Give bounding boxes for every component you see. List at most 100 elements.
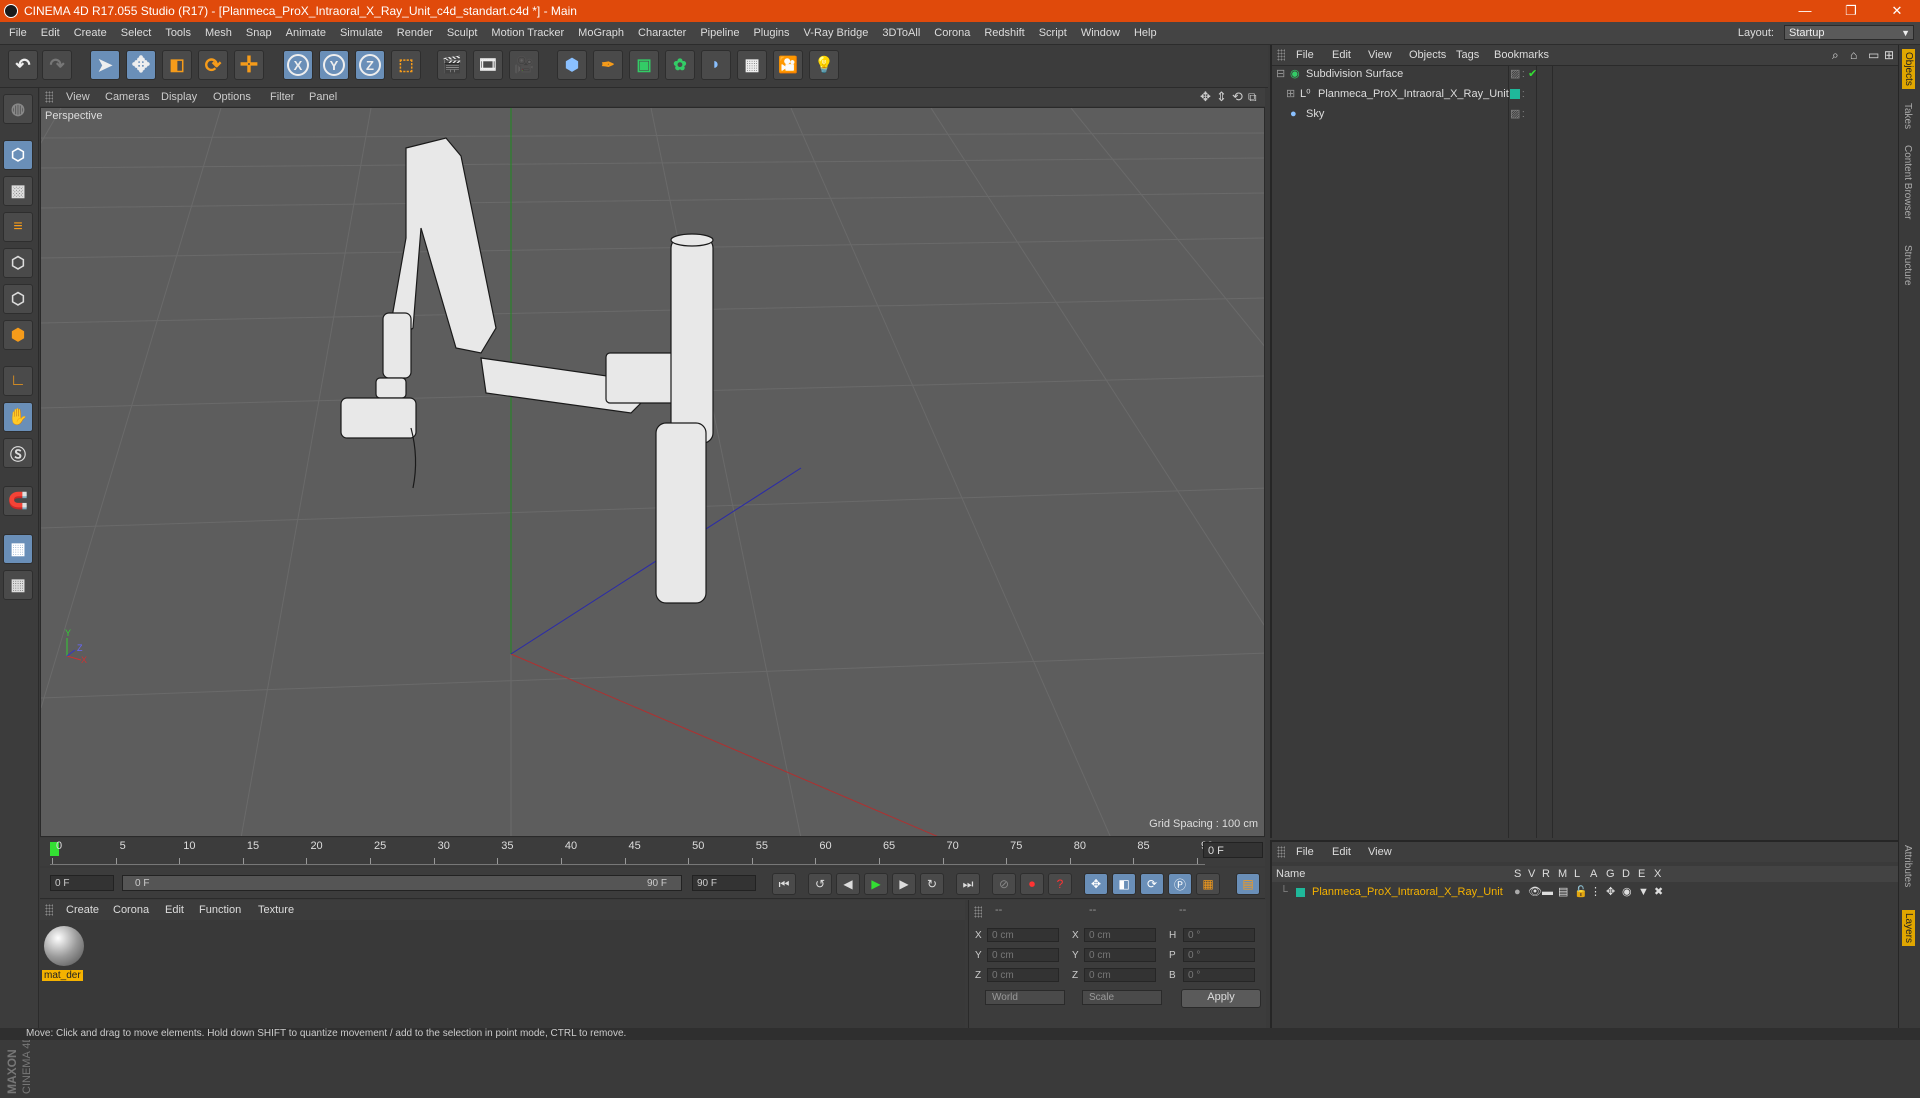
expressions-toggle-icon[interactable]: ▼ — [1638, 884, 1649, 901]
layer-color-swatch[interactable] — [1296, 888, 1305, 897]
tree-expand-icon[interactable]: ⊞ — [1286, 85, 1295, 104]
floor-button[interactable]: ▦ — [737, 50, 767, 80]
menu-script[interactable]: Script — [1032, 22, 1074, 44]
enabled-check-icon[interactable]: ✔ — [1528, 65, 1537, 84]
x-axis-button[interactable]: X — [283, 50, 313, 80]
menu-plugins[interactable]: Plugins — [746, 22, 796, 44]
light-button[interactable]: 💡 — [809, 50, 839, 80]
render-view-button[interactable]: 🎬 — [437, 50, 467, 80]
key-scale-button[interactable]: ◧ — [1112, 873, 1136, 895]
objects-menu-view[interactable]: View — [1368, 45, 1392, 65]
menu-simulate[interactable]: Simulate — [333, 22, 390, 44]
material-name[interactable]: mat_der — [42, 970, 83, 981]
viewport-zoom-icon[interactable]: ⇕ — [1216, 88, 1227, 106]
coordinate-system-button[interactable]: ⬚ — [391, 50, 421, 80]
size-x-field[interactable]: 0 cm — [1084, 928, 1156, 942]
menu-tools[interactable]: Tools — [158, 22, 198, 44]
search-icon[interactable]: ⌕ — [1832, 45, 1839, 65]
material-menu-function[interactable]: Function — [199, 900, 241, 920]
objects-menu-bookmarks[interactable]: Bookmarks — [1494, 45, 1549, 65]
apply-button[interactable]: Apply — [1181, 989, 1261, 1008]
record-keys-button[interactable]: ⊘ — [992, 873, 1016, 895]
select-arrow-button[interactable]: ➤ — [90, 50, 120, 80]
scale-tool-button[interactable]: ◧ — [162, 50, 192, 80]
render-settings-button[interactable]: 🎥 — [509, 50, 539, 80]
polygons-mode-button[interactable]: ⬢ — [3, 320, 33, 350]
play-button[interactable]: ▶ — [864, 873, 888, 895]
tweak-mode-button[interactable]: ✋ — [3, 402, 33, 432]
coordinate-mode-dropdown[interactable]: Scale — [1082, 990, 1162, 1005]
texture-mode-button[interactable]: ▩ — [3, 176, 33, 206]
deformers-toggle-icon[interactable]: ◉ — [1622, 884, 1632, 901]
menu-redshift[interactable]: Redshift — [977, 22, 1031, 44]
start-frame-field[interactable]: 0 F — [50, 875, 114, 891]
visibility-dots-icon[interactable]: ⁚ — [1522, 65, 1525, 84]
tab-structure[interactable]: Structure — [1902, 245, 1913, 286]
points-mode-button[interactable]: ⬡ — [3, 248, 33, 278]
autokey-button[interactable]: ⏺ — [1020, 873, 1044, 895]
home-icon[interactable]: ⌂ — [1850, 45, 1857, 65]
object-row-sky[interactable]: ● Sky ▨ ⁚ — [1272, 105, 1898, 124]
axis-mode-button[interactable]: ∟ — [3, 366, 33, 396]
previous-frame-button[interactable]: ◀ — [836, 873, 860, 895]
menu-mesh[interactable]: Mesh — [198, 22, 239, 44]
z-axis-button[interactable]: Z — [355, 50, 385, 80]
material-menu-texture[interactable]: Texture — [258, 900, 294, 920]
redo-button[interactable]: ↷ — [42, 50, 72, 80]
viewport-menu-cameras[interactable]: Cameras — [105, 88, 150, 106]
restore-button[interactable]: ❐ — [1828, 0, 1874, 22]
viewport-maximize-icon[interactable]: ⧉ — [1248, 88, 1257, 106]
position-y-field[interactable]: 0 cm — [987, 948, 1059, 962]
edges-mode-button[interactable]: ⬡ — [3, 284, 33, 314]
live-selection-button[interactable]: ✛ — [234, 50, 264, 80]
animation-toggle-icon[interactable]: ⋮ — [1590, 884, 1601, 901]
layer-tag-icon[interactable]: ▨ — [1510, 105, 1520, 124]
range-slider[interactable]: 0 F 90 F — [122, 875, 682, 891]
size-z-field[interactable]: 0 cm — [1084, 968, 1156, 982]
layers-menu-file[interactable]: File — [1296, 842, 1314, 862]
tree-collapse-icon[interactable]: ⊟ — [1276, 65, 1285, 84]
cube-primitive-button[interactable]: ⬢ — [557, 50, 587, 80]
menu-render[interactable]: Render — [390, 22, 440, 44]
objects-menu-objects[interactable]: Objects — [1409, 45, 1446, 65]
coordinate-space-dropdown[interactable]: World — [985, 990, 1065, 1005]
next-key-button[interactable]: ↻ — [920, 873, 944, 895]
rotation-b-field[interactable]: 0 ° — [1183, 968, 1255, 982]
menu-mograph[interactable]: MoGraph — [571, 22, 631, 44]
size-y-field[interactable]: 0 cm — [1084, 948, 1156, 962]
viewport-rotate-icon[interactable]: ⟲ — [1232, 88, 1243, 106]
menu-character[interactable]: Character — [631, 22, 693, 44]
key-position-button[interactable]: ✥ — [1084, 873, 1108, 895]
new-window-icon[interactable]: ▭ — [1868, 45, 1879, 65]
objects-menu-edit[interactable]: Edit — [1332, 45, 1351, 65]
menu-v-ray-bridge[interactable]: V-Ray Bridge — [797, 22, 876, 44]
menu-help[interactable]: Help — [1127, 22, 1164, 44]
cloner-button[interactable]: ✿ — [665, 50, 695, 80]
menu-motion-tracker[interactable]: Motion Tracker — [484, 22, 571, 44]
key-rotation-button[interactable]: ⟳ — [1140, 873, 1164, 895]
layer-color-swatch[interactable] — [1510, 89, 1520, 99]
current-frame-field[interactable]: 0 F — [1203, 842, 1263, 858]
camera-button[interactable]: 🎦 — [773, 50, 803, 80]
lock-toggle-icon[interactable]: 🔓 — [1574, 884, 1588, 901]
key-pla-button[interactable]: ▦ — [1196, 873, 1220, 895]
menu-select[interactable]: Select — [114, 22, 159, 44]
subdivision-surface-button[interactable]: ▣ — [629, 50, 659, 80]
layer-name[interactable]: Planmeca_ProX_Intraoral_X_Ray_Unit — [1312, 884, 1503, 901]
magnet-button[interactable]: 🧲 — [3, 486, 33, 516]
rotation-p-field[interactable]: 0 ° — [1183, 948, 1255, 962]
go-to-end-button[interactable]: ⏭ — [956, 873, 980, 895]
keyframe-selection-button[interactable]: ? — [1048, 873, 1072, 895]
material-preview[interactable] — [44, 926, 84, 966]
menu-file[interactable]: File — [2, 22, 34, 44]
viewport-menu-display[interactable]: Display — [161, 88, 197, 106]
layer-tag-icon[interactable]: ▨ — [1510, 65, 1520, 84]
viewport-menu-options[interactable]: Options — [213, 88, 251, 106]
object-row-subdivision[interactable]: ⊟ ◉ Subdivision Surface ▨ ⁚ ✔ — [1272, 65, 1898, 84]
deformer-button[interactable]: ◗ — [701, 50, 731, 80]
minimize-button[interactable]: — — [1782, 0, 1828, 22]
workplane-mode-button[interactable]: ≡ — [3, 212, 33, 242]
menu-edit[interactable]: Edit — [34, 22, 67, 44]
menu-snap[interactable]: Snap — [239, 22, 279, 44]
objects-menu-tags[interactable]: Tags — [1456, 45, 1479, 65]
